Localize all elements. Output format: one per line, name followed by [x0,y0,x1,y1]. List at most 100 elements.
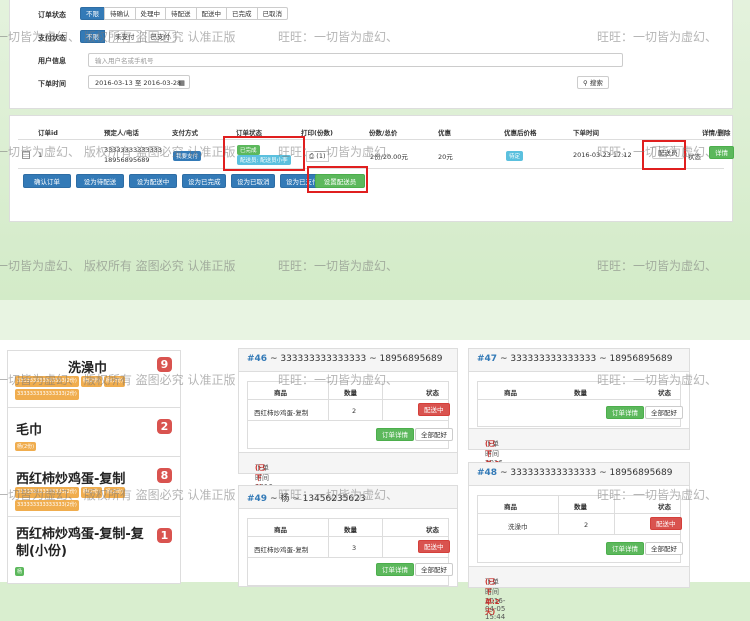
row-divider [248,557,448,558]
col-goods: 商品 [274,389,287,397]
pay-status-option[interactable]: 未支付 [109,30,141,43]
order-detail-button[interactable]: 订单详情 [376,428,414,441]
card-footer: 下单时间 2016-04-05 15:42 (已下单:2 天) [469,428,689,483]
order-detail-button[interactable]: 订单详情 [606,406,644,419]
set-cancelled-button[interactable]: 设为已取消 [231,174,275,188]
order-detail-button[interactable]: 订单详情 [606,542,644,555]
order-status-option[interactable]: 已完成 [226,7,258,20]
tag: 杨(2份) [103,487,125,498]
tag: 杨 [15,567,25,576]
confirm-order-button[interactable]: 确认订单 [23,174,71,188]
search-button-label: 搜索 [589,79,603,87]
row-checkbox[interactable] [22,151,30,159]
order-status-option[interactable]: 待配送 [165,7,197,20]
row-contact-phone: 18956895689 [104,156,150,164]
order-number: #46 [247,354,268,364]
card-title[interactable]: #47 ~ 333333333333333 ~ 18956895689 [477,354,672,364]
status-select[interactable]: 状态 [688,151,701,161]
goods-name: 西红柿炒鸡蛋-复制-复制(小份) [16,527,144,559]
order-contact: ~ 333333333333333 ~ 18956895689 [267,354,443,364]
card-title[interactable]: #48 ~ 333333333333333 ~ 18956895689 [477,468,672,478]
col-divider [558,496,559,534]
pay-status-group: 不限 未支付 已支付 [80,30,176,43]
col-goods: 商品 [504,503,517,511]
col-qty: 数量 [344,526,357,534]
col-goods: 商品 [274,526,287,534]
goods-group-list: 洗澡巾 9 333333333333333(2份) 杨(2份) 杨(2份)33333… [7,350,181,584]
all-ready-button[interactable]: 全部配好 [645,542,683,555]
set-completed-button[interactable]: 设为已完成 [182,174,226,188]
card-title[interactable]: #46 ~ 333333333333333 ~ 18956895689 [247,354,442,364]
pay-status-option[interactable]: 已支付 [144,30,176,43]
row-order-time: 2016-03-23 17:12 [573,151,632,159]
delivering-button[interactable]: 配送中 [418,540,450,553]
order-status-option[interactable]: 处理中 [134,7,166,20]
search-button[interactable]: ⚲ 搜索 [577,76,609,89]
row-contact-name: 33333333333333 [104,146,162,154]
order-status-option[interactable]: 不限 [80,7,105,20]
order-card: #49 ~ 杨 ~ 13456235623 商品 数量 状态 西红柿炒鸡蛋-复制… [238,485,458,587]
print-count[interactable]: ⎙ (1) [306,151,329,162]
goods-count: 2 [157,419,172,434]
goods-qty: 3 [352,544,357,552]
goods-item: 洗澡巾 [508,523,528,531]
card-body: 商品 数量 状态 订单详情 全部配好 [477,381,683,427]
col-status: 状态 [426,389,439,397]
order-status-option[interactable]: 待确认 [104,7,136,20]
goods-tags: 杨(2份) [14,441,37,452]
highlight-courier-button [642,140,686,170]
tag: 333333333333333(2份) [15,487,79,498]
order-status-group: 不限 待确认 处理中 待配送 配送中 已完成 已取消 [80,7,288,20]
card-header: #47 ~ 333333333333333 ~ 18956895689 [469,349,689,372]
col-goods: 商品 [504,389,517,397]
row-discount: 20元 [438,153,453,161]
all-ready-button[interactable]: 全部配好 [645,406,683,419]
user-info-label: 用户信息 [38,57,66,65]
list-item[interactable]: 西红柿炒鸡蛋-复制 8 333333333333333(2份) 杨(2份) 杨(2份… [8,460,180,517]
goods-name: 洗澡巾 [68,361,108,376]
pay-method-badge: 我要支付 [173,151,202,161]
goods-qty: 2 [352,407,357,415]
order-number: #47 [477,354,498,364]
col-header-final: 优惠后价格 [504,129,537,137]
delivering-button[interactable]: 配送中 [418,403,450,416]
col-status: 状态 [658,389,671,397]
print-icon: ⎙ [309,152,315,160]
tag: 杨(2份) [103,376,125,387]
order-status-option[interactable]: 配送中 [195,7,227,20]
col-header-actions: 详情/删除 [702,129,731,137]
col-divider [614,496,615,534]
col-header-qty: 份数/总价 [369,129,398,137]
delivering-button[interactable]: 配送中 [650,517,682,530]
goods-count: 8 [157,468,172,483]
detail-button[interactable]: 详情 [709,146,734,159]
list-item[interactable]: 西红柿炒鸡蛋-复制-复制(小份) 1 杨 [8,520,180,583]
goods-tags: 333333333333333(2份) 杨(2份) 杨(2份)33333333333… [14,486,164,512]
tag: 333333333333333(2份) [15,376,79,387]
row-divider [478,513,680,514]
col-header-id: 订单id [38,129,58,137]
col-divider [328,519,329,557]
set-pending-delivery-button[interactable]: 设为待配送 [76,174,124,188]
card-footer: 下单时间 2016-04-05 15:25 (已下单:2 天) [239,452,457,507]
list-item[interactable]: 毛巾 2 杨(2份) [8,411,180,457]
tag: 333333333333333(2份) [15,500,79,511]
order-status-option[interactable]: 已取消 [256,7,288,20]
date-range-input[interactable]: 2016-03-13 至 2016-03-28 ▦ [88,75,190,89]
card-title[interactable]: #49 ~ 杨 ~ 13456235623 [247,491,366,504]
col-qty: 数量 [574,389,587,397]
row-divider [478,534,680,535]
tag: 杨(2份) [15,442,37,451]
list-item[interactable]: 洗澡巾 9 333333333333333(2份) 杨(2份) 杨(2份)33333… [8,351,180,408]
col-header-discount: 优惠 [438,129,451,137]
col-divider [382,382,383,420]
all-ready-button[interactable]: 全部配好 [415,563,453,576]
col-status: 状态 [426,526,439,534]
goods-count: 1 [157,528,172,543]
order-detail-button[interactable]: 订单详情 [376,563,414,576]
all-ready-button[interactable]: 全部配好 [415,428,453,441]
set-delivering-button[interactable]: 设为配送中 [129,174,177,188]
tag: 杨(2份) [80,487,102,498]
pay-status-option[interactable]: 不限 [80,30,105,43]
user-search-input[interactable]: 输入用户名或手机号 [88,53,623,67]
